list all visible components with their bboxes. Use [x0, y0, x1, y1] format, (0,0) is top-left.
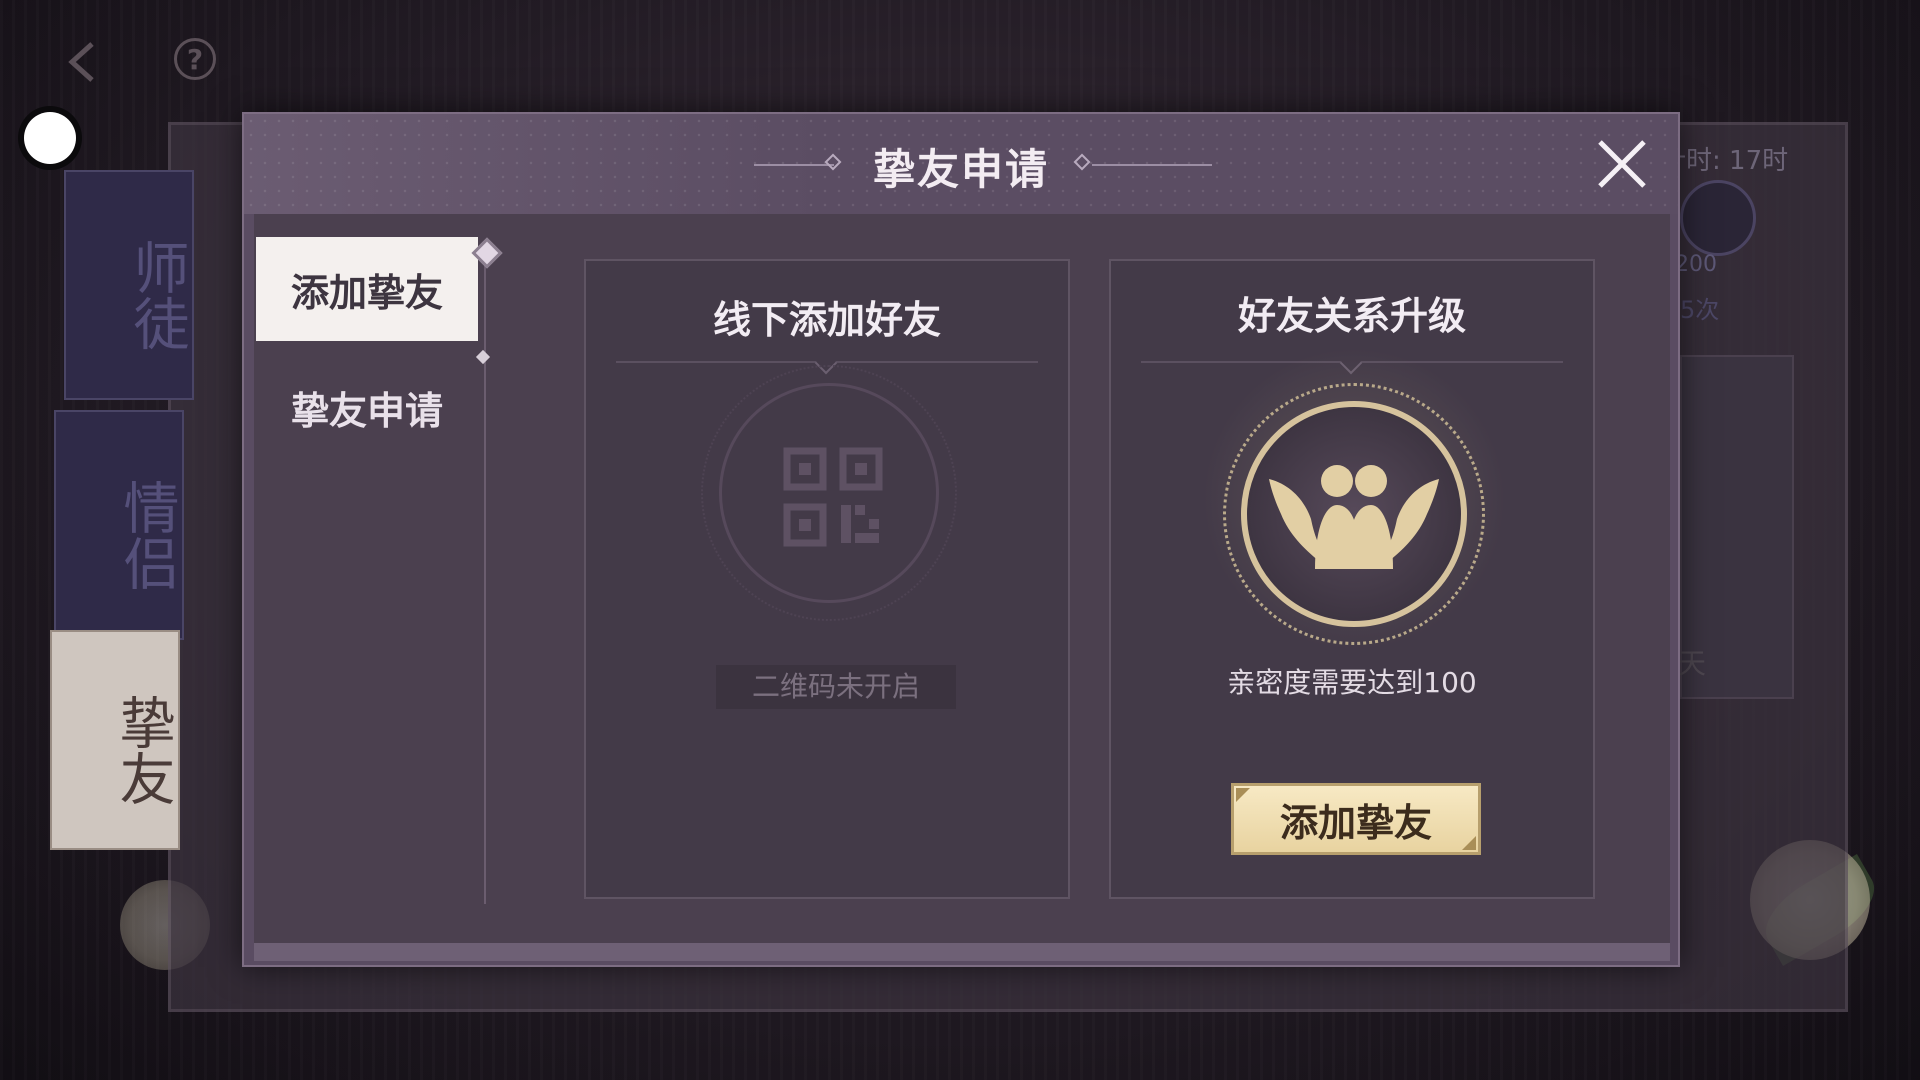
upgrade-card-title: 好友关系升级 [1237, 294, 1466, 338]
bg-tab-couple: 情侣 [54, 410, 184, 640]
offline-card-title: 线下添加好友 [712, 298, 941, 342]
add-bestie-button[interactable]: 添加挚友 [1231, 783, 1481, 855]
bg-number-text: 200 [1675, 252, 1717, 277]
offline-add-card: 线下添加好友 二维码未开启 [584, 259, 1070, 899]
bg-tab-master: 师徒 [64, 170, 194, 400]
modal-title: 挚友申请 [872, 145, 1049, 194]
qr-code-icon [783, 447, 883, 547]
tab-column: 添加挚友 挚友申请 [254, 214, 484, 956]
friendship-wings-icon [1269, 465, 1439, 569]
bg-times-text: 5次 [1680, 296, 1720, 324]
bg-gem-icon [1680, 180, 1756, 256]
modal-header: 挚友申请 [244, 114, 1678, 214]
back-icon[interactable] [62, 40, 102, 84]
assistive-touch-button[interactable] [18, 106, 82, 170]
bestie-request-modal: 挚友申请 添加挚友 挚友申请 线下添加好友 二维码未开启 好友关系升级 亲密度需… [242, 112, 1680, 967]
qr-disabled-note: 二维码未开启 [716, 665, 956, 709]
close-icon[interactable] [1594, 136, 1650, 192]
help-icon[interactable]: ? [174, 38, 216, 80]
bg-tab-bestie: 挚友 [50, 630, 180, 850]
title-ornament-line [1092, 164, 1212, 166]
modal-body: 添加挚友 挚友申请 线下添加好友 二维码未开启 好友关系升级 亲密度需要达到10… [254, 214, 1670, 956]
tab-add-bestie[interactable]: 添加挚友 [256, 237, 478, 341]
bg-day-text: 天 [1678, 647, 1707, 680]
relationship-upgrade-card: 好友关系升级 亲密度需要达到100 添加挚友 [1109, 259, 1595, 899]
modal-footer [254, 943, 1670, 961]
tab-bestie-requests[interactable]: 挚友申请 [256, 359, 478, 455]
intimacy-requirement: 亲密度需要达到100 [1227, 666, 1477, 699]
